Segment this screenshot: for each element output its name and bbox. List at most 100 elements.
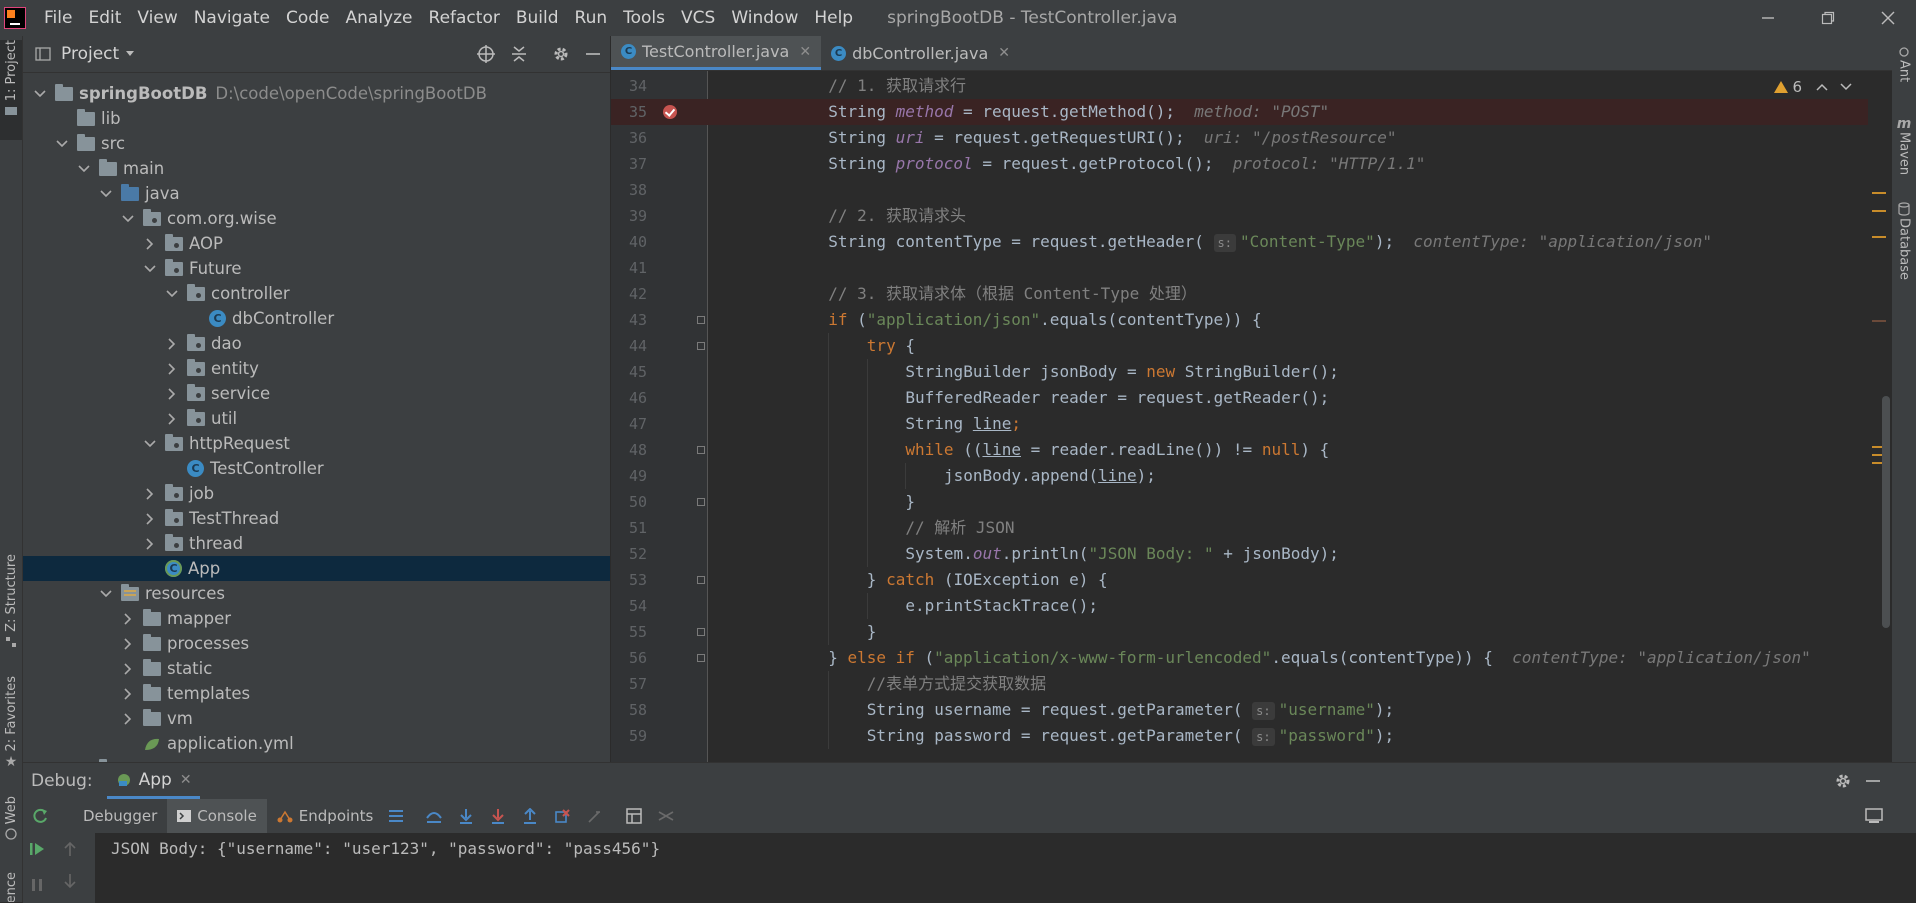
tool-tab-web[interactable]: Web bbox=[0, 796, 22, 866]
editor-tab-dbcontroller-java[interactable]: CdbController.java ✕ bbox=[821, 36, 1020, 70]
tree-item-processes[interactable]: processes bbox=[23, 631, 610, 656]
chevron-down-icon[interactable] bbox=[55, 137, 69, 151]
tree-item-testthread[interactable]: TestThread bbox=[23, 506, 610, 531]
menu-refactor[interactable]: Refactor bbox=[421, 0, 508, 36]
chevron-right-icon[interactable] bbox=[165, 337, 179, 351]
minimize-button[interactable] bbox=[1741, 0, 1795, 36]
step-over-button[interactable] bbox=[421, 803, 447, 829]
close-window-button[interactable] bbox=[1861, 0, 1915, 36]
menu-code[interactable]: Code bbox=[278, 0, 338, 36]
tree-item-java[interactable]: java bbox=[23, 181, 610, 206]
code-area[interactable]: 34 // 1. 获取请求行 35 String method = request.g… bbox=[611, 71, 1892, 762]
menu-file[interactable]: File bbox=[36, 0, 80, 36]
hide-debug-button[interactable] bbox=[1863, 771, 1883, 791]
chevron-down-icon[interactable] bbox=[99, 187, 113, 201]
tree-item-application-yml[interactable]: application.yml bbox=[23, 731, 610, 756]
error-stripe-mark[interactable] bbox=[1872, 236, 1886, 238]
chevron-right-icon[interactable] bbox=[143, 537, 157, 551]
chevron-right-icon[interactable] bbox=[143, 487, 157, 501]
chevron-right-icon[interactable] bbox=[121, 712, 135, 726]
fold-toggle-icon[interactable] bbox=[697, 654, 705, 662]
tree-item-future[interactable]: Future bbox=[23, 256, 610, 281]
tool-tab-favorites[interactable]: 2: Favorites ★ bbox=[0, 676, 22, 786]
tool-tab-persistence[interactable]: ence bbox=[0, 872, 22, 902]
tool-tab-project[interactable]: 1: Project bbox=[0, 40, 22, 140]
inspection-widget[interactable]: 6 bbox=[1774, 78, 1852, 96]
code-line[interactable]: 37 String protocol = request.getProtocol(… bbox=[611, 151, 1868, 177]
code-line[interactable]: 39 // 2. 获取请求头 bbox=[611, 203, 1868, 229]
tree-item-springbootdb[interactable]: springBootDB D:\code\openCode\springBootD… bbox=[23, 81, 610, 106]
frame-down-button[interactable] bbox=[63, 873, 77, 889]
menu-run[interactable]: Run bbox=[567, 0, 616, 36]
frames-menu-button[interactable] bbox=[383, 803, 409, 829]
code-line[interactable]: 42 // 3. 获取请求体（根据 Content-Type 处理） bbox=[611, 281, 1868, 307]
code-line[interactable]: 38 bbox=[611, 177, 1868, 203]
tree-item-dbcontroller[interactable]: CdbController bbox=[23, 306, 610, 331]
chevron-down-icon[interactable] bbox=[143, 437, 157, 451]
code-line[interactable]: 34 // 1. 获取请求行 bbox=[611, 73, 1868, 99]
code-line[interactable]: 48 while ((line = reader.readLine()) != n… bbox=[611, 437, 1868, 463]
restore-button[interactable] bbox=[1801, 0, 1855, 36]
code-line[interactable]: 51 // 解析 JSON bbox=[611, 515, 1868, 541]
tree-item-controller[interactable]: controller bbox=[23, 281, 610, 306]
breakpoint-icon[interactable] bbox=[663, 105, 677, 119]
collapse-all-button[interactable] bbox=[509, 44, 529, 64]
tree-item-static[interactable]: static bbox=[23, 656, 610, 681]
code-line[interactable]: 50} bbox=[611, 489, 1868, 515]
drop-frame-button[interactable] bbox=[549, 803, 575, 829]
code-line[interactable]: 54 e.printStackTrace(); bbox=[611, 593, 1868, 619]
trace-stream-button[interactable] bbox=[653, 803, 679, 829]
code-line[interactable]: 46 BufferedReader reader = request.getRea… bbox=[611, 385, 1868, 411]
evaluate-expression-button[interactable] bbox=[621, 803, 647, 829]
code-line[interactable]: 49 jsonBody.append(line); bbox=[611, 463, 1868, 489]
tab-console[interactable]: Console bbox=[167, 799, 267, 833]
chevron-right-icon[interactable] bbox=[165, 387, 179, 401]
menu-navigate[interactable]: Navigate bbox=[186, 0, 278, 36]
chevron-right-icon[interactable] bbox=[165, 362, 179, 376]
step-into-button[interactable] bbox=[453, 803, 479, 829]
chevron-right-icon[interactable] bbox=[143, 512, 157, 526]
chevron-down-icon[interactable] bbox=[121, 212, 135, 226]
code-line[interactable]: 56} else if ("application/x-www-form-url… bbox=[611, 645, 1868, 671]
code-line[interactable]: 53} catch (IOException e) { bbox=[611, 567, 1868, 593]
chevron-right-icon[interactable] bbox=[143, 237, 157, 251]
code-line[interactable]: 40 String contentType = request.getHeader… bbox=[611, 229, 1868, 255]
tab-endpoints[interactable]: Endpoints bbox=[267, 799, 384, 833]
tree-item-service[interactable]: service bbox=[23, 381, 610, 406]
code-line[interactable]: 47 String line; bbox=[611, 411, 1868, 437]
code-line[interactable]: 59 String password = request.getParameter… bbox=[611, 723, 1868, 749]
fold-toggle-icon[interactable] bbox=[697, 316, 705, 324]
tool-tab-ant[interactable]: Ant bbox=[1892, 46, 1916, 106]
tree-item-src[interactable]: src bbox=[23, 131, 610, 156]
tree-item-resources[interactable]: resources bbox=[23, 581, 610, 606]
error-stripe-mark[interactable] bbox=[1872, 320, 1886, 322]
code-line[interactable]: 55} bbox=[611, 619, 1868, 645]
chevron-down-icon[interactable] bbox=[99, 587, 113, 601]
debug-session-tab[interactable]: App ✕ bbox=[106, 763, 200, 799]
menu-edit[interactable]: Edit bbox=[80, 0, 129, 36]
editor-tab-testcontroller-java[interactable]: C TestController.java ✕ bbox=[611, 36, 822, 70]
tool-tab-maven[interactable]: m Maven bbox=[1892, 116, 1916, 216]
menu-view[interactable]: View bbox=[129, 0, 185, 36]
force-step-into-button[interactable] bbox=[485, 803, 511, 829]
menu-build[interactable]: Build bbox=[508, 0, 567, 36]
tree-item-httprequest[interactable]: httpRequest bbox=[23, 431, 610, 456]
step-out-button[interactable] bbox=[517, 803, 543, 829]
chevron-right-icon[interactable] bbox=[121, 662, 135, 676]
chevron-down-icon[interactable] bbox=[77, 162, 91, 176]
tree-item-mapper[interactable]: mapper bbox=[23, 606, 610, 631]
project-panel-title[interactable]: Project bbox=[61, 44, 119, 64]
code-line[interactable]: 44 try { bbox=[611, 333, 1868, 359]
chevron-down-icon[interactable] bbox=[143, 262, 157, 276]
tree-item-job[interactable]: job bbox=[23, 481, 610, 506]
pause-button[interactable] bbox=[29, 877, 45, 893]
tree-item-templates[interactable]: templates bbox=[23, 681, 610, 706]
tree-item-dao[interactable]: dao bbox=[23, 331, 610, 356]
tree-item-thread[interactable]: thread bbox=[23, 531, 610, 556]
code-line[interactable]: 43 if ("application/json".equals(contentT… bbox=[611, 307, 1868, 333]
resume-button[interactable] bbox=[29, 841, 45, 857]
code-line[interactable]: 45 StringBuilder jsonBody = new StringBui… bbox=[611, 359, 1868, 385]
frame-up-button[interactable] bbox=[63, 841, 77, 857]
tree-item-app[interactable]: C App bbox=[23, 556, 610, 581]
menu-tools[interactable]: Tools bbox=[615, 0, 673, 36]
